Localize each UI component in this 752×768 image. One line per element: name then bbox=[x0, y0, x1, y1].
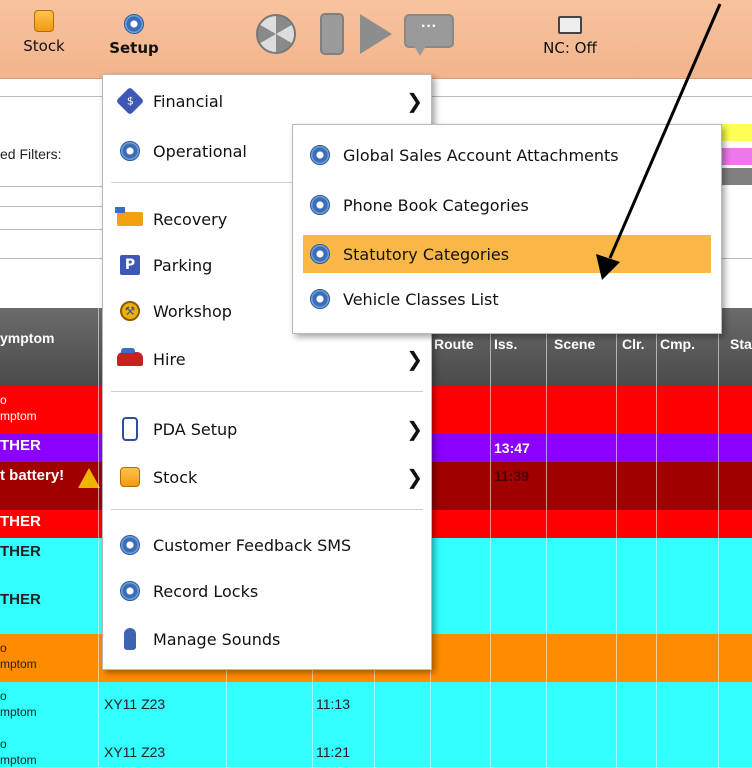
top-toolbar: Stock Setup ··· NC: Off bbox=[0, 0, 752, 79]
chevron-right-icon: ❯ bbox=[406, 347, 423, 371]
filters-input[interactable] bbox=[0, 206, 106, 230]
submenu-item-phone-book-categories[interactable]: Phone Book Categories bbox=[293, 187, 721, 223]
gear-icon bbox=[120, 141, 140, 161]
nc-status-label: NC: Off bbox=[543, 39, 597, 57]
saved-filters-label: ed Filters: bbox=[0, 146, 62, 162]
issued-time-cell: 11:39 bbox=[494, 468, 530, 484]
issued-time-cell: 13:47 bbox=[494, 440, 530, 456]
symptom-cell: o mptom bbox=[0, 737, 37, 767]
registration-cell: XY11 Z23 bbox=[104, 696, 166, 712]
stock-box-icon bbox=[120, 467, 140, 487]
menu-item-label: Parking bbox=[153, 255, 213, 275]
table-row[interactable]: o mptom XY11 Z23 11:13 bbox=[0, 682, 752, 731]
menu-item-label: Stock bbox=[153, 467, 198, 487]
submenu-item-global-sales-account-attachments[interactable]: Global Sales Account Attachments bbox=[293, 137, 721, 173]
column-header-clr[interactable]: Clr. bbox=[622, 336, 645, 352]
symptom-cell: t battery! bbox=[0, 467, 65, 484]
gear-icon bbox=[310, 195, 330, 215]
column-header-route[interactable]: Route bbox=[434, 336, 474, 352]
toolbar-stock-label: Stock bbox=[23, 37, 65, 55]
symptom-cell: o mptom bbox=[0, 689, 37, 719]
column-header-scene[interactable]: Scene bbox=[554, 336, 595, 352]
financial-icon: $ bbox=[115, 86, 145, 116]
symptom-cell: THER bbox=[0, 513, 41, 530]
toolbar-setup-label: Setup bbox=[109, 39, 159, 57]
monitor-icon bbox=[558, 16, 582, 34]
workshop-icon: ⚒ bbox=[120, 301, 140, 321]
symptom-cell: THER bbox=[0, 591, 41, 608]
toolbar-stock-button[interactable]: Stock bbox=[14, 10, 74, 56]
column-header-status[interactable]: Sta bbox=[730, 336, 752, 352]
microphone-icon bbox=[124, 628, 136, 650]
gear-icon bbox=[310, 289, 330, 309]
menu-item-stock[interactable]: Stock ❯ bbox=[103, 459, 431, 495]
submenu-item-label: Statutory Categories bbox=[343, 244, 510, 264]
menu-item-hire[interactable]: Hire ❯ bbox=[103, 341, 431, 377]
gear-icon bbox=[310, 145, 330, 165]
gear-icon bbox=[310, 244, 330, 264]
menu-item-label: Recovery bbox=[153, 209, 228, 229]
chat-bubble-icon[interactable]: ··· bbox=[404, 14, 454, 56]
phone-icon[interactable] bbox=[320, 13, 344, 55]
column-header-iss[interactable]: Iss. bbox=[494, 336, 517, 352]
gear-icon bbox=[120, 535, 140, 555]
time-cell: 11:21 bbox=[316, 744, 350, 760]
play-icon[interactable] bbox=[360, 14, 392, 54]
operational-submenu: Global Sales Account Attachments Phone B… bbox=[292, 124, 722, 334]
parking-icon: P bbox=[120, 255, 140, 275]
chevron-right-icon: ❯ bbox=[406, 465, 423, 489]
registration-cell: XY11 Z23 bbox=[104, 744, 166, 760]
menu-item-label: Manage Sounds bbox=[153, 629, 281, 649]
chevron-right-icon: ❯ bbox=[406, 417, 423, 441]
toolbar-nc-toggle[interactable]: NC: Off bbox=[540, 16, 600, 58]
divider bbox=[0, 186, 110, 187]
symptom-cell: o mptom bbox=[0, 393, 37, 423]
gear-icon bbox=[124, 14, 144, 34]
submenu-item-vehicle-classes-list[interactable]: Vehicle Classes List bbox=[293, 281, 721, 317]
toolbar-setup-button[interactable]: Setup bbox=[104, 14, 164, 58]
menu-item-record-locks[interactable]: Record Locks bbox=[103, 573, 431, 609]
symptom-cell: o mptom bbox=[0, 641, 37, 671]
stock-box-icon bbox=[34, 10, 54, 32]
menu-separator bbox=[111, 391, 423, 392]
menu-item-pda-setup[interactable]: PDA Setup ❯ bbox=[103, 411, 431, 447]
menu-item-label: Financial bbox=[153, 91, 224, 111]
menu-item-label: PDA Setup bbox=[153, 419, 238, 439]
column-header-symptom[interactable]: ymptom bbox=[0, 330, 54, 346]
menu-item-label: Hire bbox=[153, 349, 186, 369]
gear-icon bbox=[120, 581, 140, 601]
column-divider bbox=[718, 308, 719, 767]
column-divider bbox=[616, 308, 617, 767]
warning-icon bbox=[78, 468, 100, 488]
menu-item-customer-feedback-sms[interactable]: Customer Feedback SMS bbox=[103, 527, 431, 563]
symptom-cell: THER bbox=[0, 543, 41, 560]
menu-item-label: Customer Feedback SMS bbox=[153, 535, 352, 555]
pda-icon bbox=[122, 417, 138, 441]
menu-item-label: Workshop bbox=[153, 301, 232, 321]
submenu-item-label: Phone Book Categories bbox=[343, 195, 529, 215]
submenu-item-statutory-categories[interactable]: Statutory Categories bbox=[303, 235, 711, 273]
submenu-item-label: Vehicle Classes List bbox=[343, 289, 499, 309]
submenu-item-label: Global Sales Account Attachments bbox=[343, 145, 619, 165]
column-header-cmp[interactable]: Cmp. bbox=[660, 336, 695, 352]
chat-dots: ··· bbox=[421, 18, 437, 35]
recovery-truck-icon bbox=[115, 207, 143, 226]
column-divider bbox=[656, 308, 657, 767]
menu-item-manage-sounds[interactable]: Manage Sounds bbox=[103, 621, 431, 657]
column-divider bbox=[490, 308, 491, 767]
column-divider bbox=[98, 308, 99, 767]
hire-car-icon bbox=[117, 348, 143, 366]
menu-item-financial[interactable]: $ Financial ❯ bbox=[103, 83, 431, 119]
radiation-icon[interactable] bbox=[256, 14, 296, 54]
table-row[interactable]: o mptom XY11 Z23 11:21 bbox=[0, 730, 752, 768]
menu-item-label: Operational bbox=[153, 141, 247, 161]
chevron-right-icon: ❯ bbox=[406, 89, 423, 113]
menu-separator bbox=[111, 509, 423, 510]
symptom-cell: THER bbox=[0, 437, 41, 454]
column-divider bbox=[546, 308, 547, 767]
time-cell: 11:13 bbox=[316, 696, 350, 712]
menu-item-label: Record Locks bbox=[153, 581, 259, 601]
